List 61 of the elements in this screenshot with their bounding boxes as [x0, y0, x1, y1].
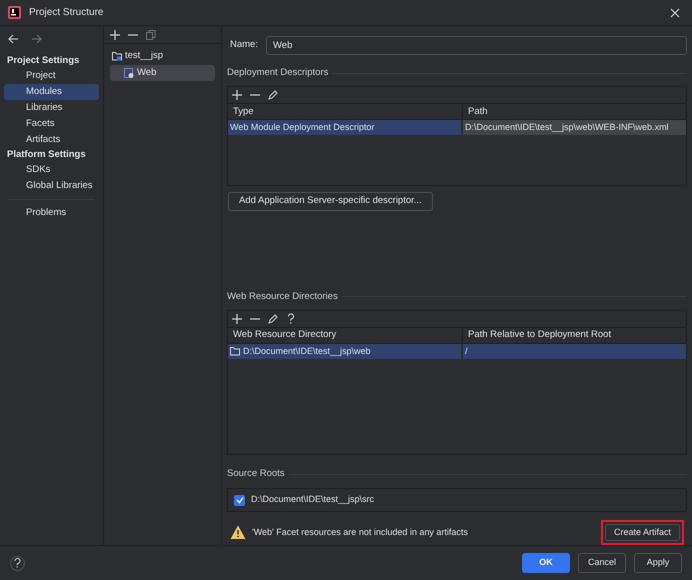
source-root-label: D:\Document\IDE\test__jsp\src	[251, 493, 374, 506]
copy-button[interactable]	[146, 30, 156, 40]
name-input-field[interactable]: Web	[266, 36, 687, 55]
plus-icon	[232, 314, 242, 324]
tree-item-label: test__jsp	[125, 48, 164, 63]
help-icon	[286, 313, 295, 324]
window-title: Project Structure	[29, 6, 104, 20]
pencil-icon	[268, 314, 278, 324]
sidebar-item[interactable]: Project	[4, 68, 99, 84]
web-module-icon	[124, 68, 134, 78]
column-header[interactable]: Web Resource Directory	[228, 328, 463, 343]
section-title: Web Resource Directories	[227, 290, 338, 304]
add-button[interactable]	[232, 314, 242, 324]
add-descriptor-button[interactable]: Add Application Server-specific descriptor...	[228, 192, 433, 211]
name-label: Name:	[230, 38, 258, 52]
forward-arrow-icon	[31, 34, 42, 44]
column-header[interactable]: Path	[463, 104, 686, 120]
table-cell[interactable]: /	[463, 344, 686, 359]
section-title: Deployment Descriptors	[227, 66, 328, 80]
warning-icon	[230, 524, 246, 540]
column-header[interactable]: Type	[228, 104, 463, 120]
dialog-button[interactable]: Apply	[634, 553, 682, 573]
sidebar-item[interactable]: Modules	[4, 84, 99, 100]
section-heading: Platform Settings	[6, 148, 87, 162]
edit-button[interactable]	[268, 90, 278, 100]
create-artifact-button[interactable]: Create Artifact	[604, 524, 680, 541]
dialog-button[interactable]: Cancel	[578, 553, 626, 573]
sidebar-item[interactable]: Global Libraries	[4, 178, 99, 194]
folder-icon	[112, 51, 122, 61]
sidebar-item[interactable]: Libraries	[4, 100, 99, 116]
sidebar-item[interactable]: SDKs	[4, 162, 99, 178]
help-button[interactable]	[10, 556, 25, 570]
sidebar-item[interactable]: Artifacts	[4, 132, 99, 148]
plus-icon	[232, 90, 242, 100]
tree-item-label: Web	[137, 66, 156, 80]
tree-item[interactable]: Web	[110, 65, 215, 81]
check-icon	[236, 496, 244, 504]
table-cell[interactable]: D:\Document\IDE\test__jsp\web	[228, 344, 461, 359]
folder-icon	[230, 346, 240, 356]
ok-button[interactable]: OK	[522, 553, 570, 573]
tree-item[interactable]: test__jsp	[110, 48, 215, 64]
sidebar-item[interactable]: Facets	[4, 116, 99, 132]
checkbox[interactable]	[234, 494, 245, 506]
section-title: Source Roots	[227, 466, 285, 481]
back-arrow-icon	[8, 34, 19, 44]
app-logo-icon	[8, 6, 21, 19]
section-heading: Project Settings	[6, 54, 80, 68]
edit-button[interactable]	[268, 314, 278, 324]
column-header[interactable]: Path Relative to Deployment Root	[463, 328, 686, 343]
pencil-icon	[268, 90, 278, 100]
add-button[interactable]	[110, 30, 120, 40]
close-icon	[670, 8, 680, 18]
copy-icon	[146, 30, 156, 40]
sidebar-item[interactable]: Problems	[4, 205, 99, 221]
help-icon	[14, 558, 21, 568]
help-button[interactable]	[286, 313, 295, 324]
plus-icon	[110, 30, 120, 40]
table-cell[interactable]: Web Module Deployment Descriptor	[228, 120, 461, 136]
table-cell[interactable]: D:\Document\IDE\test__jsp\web\WEB-INF\web.xml	[463, 120, 686, 136]
add-button[interactable]	[232, 90, 242, 100]
warning-text: 'Web' Facet resources are not included in any artifacts	[252, 526, 469, 539]
